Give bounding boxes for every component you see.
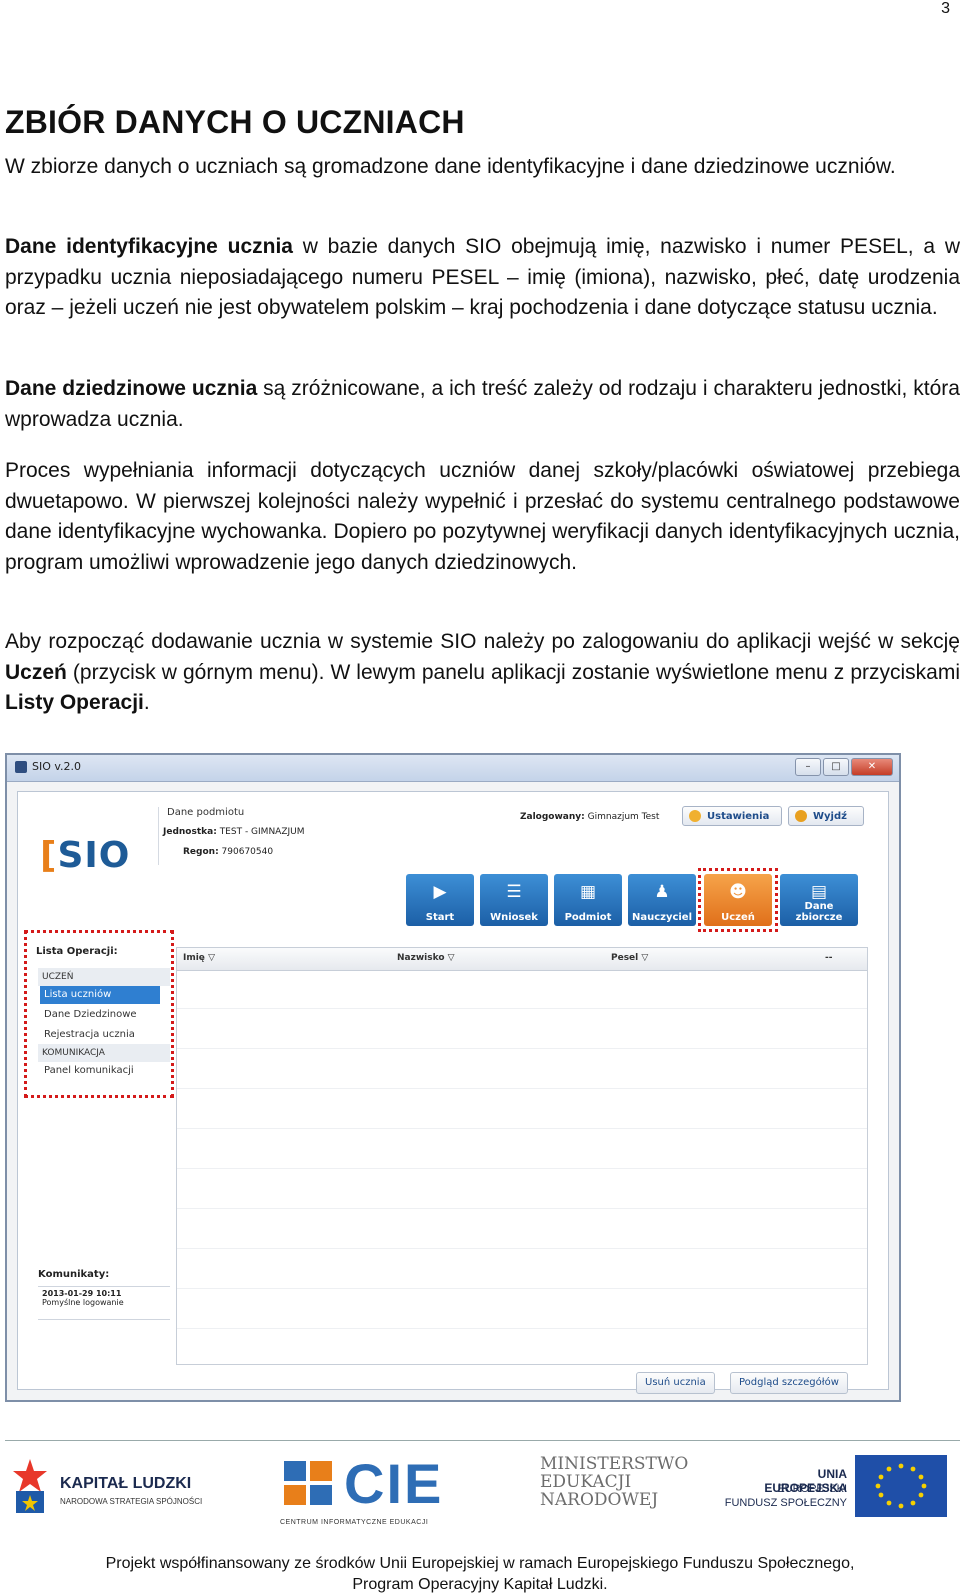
filter-icon: ▽ [641,953,649,963]
filter-icon: ▽ [208,953,215,963]
cie-subtitle: CENTRUM INFORMATYCZNE EDUKACJI [280,1519,429,1526]
unit-row: Jednostka: TEST - GIMNAZJUM [163,827,305,837]
message-date: 2013-01-29 10:11 [42,1289,122,1298]
building-icon: ▦ [579,882,597,902]
page-number: 3 [941,0,950,17]
stack-icon: ▤ [810,882,828,902]
logo-text: SIO [57,835,131,876]
logged-value: Gimnazjum Test [587,812,660,822]
nav-wniosek-button[interactable]: ☰ Wniosek [480,874,548,926]
paragraph-text: (przycisk w górnym menu). W lewym panelu… [66,660,960,684]
delete-student-button[interactable]: Usuń ucznia [636,1372,715,1394]
settings-icon [689,810,701,822]
logout-label: Wyjdź [813,811,847,822]
filter-icon: ▽ [447,953,455,963]
regon-row: Regon: 790670540 [183,847,273,857]
table-header: Imię ▽ Nazwisko ▽ Pesel ▽ -- [177,948,867,971]
window-titlebar: SIO v.2.0 – □ ✕ [7,755,899,782]
eu-line-3: FUNDUSZ SPOŁECZNY [724,1497,847,1509]
kl-title: KAPITAŁ LUDZKI [60,1475,192,1492]
footer-divider [5,1440,960,1441]
nav-label: Start [425,912,455,923]
col-imie[interactable]: Imię ▽ [183,953,215,963]
entity-panel: Dane podmiotu Jednostka: TEST - GIMNAZJU… [158,807,429,865]
maximize-icon[interactable]: □ [823,758,849,776]
regon-value: 790670540 [221,847,274,857]
footer-line-1: Projekt współfinansowany ze środków Unii… [105,1555,855,1572]
cie-mark-icon [284,1461,332,1505]
col-more[interactable]: -- [825,953,832,963]
bold-term: Listy Operacji [5,691,144,714]
app-screenshot: SIO v.2.0 – □ ✕ [SIO Dane podmiotu Jedno… [5,753,901,1402]
nav-label: Wniosek [490,912,538,923]
close-icon[interactable]: ✕ [851,758,893,776]
eu-flag-icon [855,1455,947,1517]
kl-star-icon [13,1459,47,1513]
message-text: Pomyślne logowanie [42,1298,124,1307]
unit-value: TEST - GIMNAZJUM [219,827,305,837]
nav-podmiot-button[interactable]: ▦ Podmiot [554,874,622,926]
highlight-operations [24,930,174,1098]
logged-label: Zalogowany: [520,812,585,822]
paragraph-domain: Dane dziedzinowe ucznia są zróżnicowane,… [5,374,960,435]
bold-term: Dane identyfikacyjne ucznia [5,235,293,258]
paragraph-text: . [143,691,150,714]
paragraph-intro: W zbiorze danych o uczniach są gromadzon… [5,155,896,178]
settings-button[interactable]: Ustawienia [682,806,782,826]
col-label: Imię [183,953,205,963]
eu-line-2: EUROPEJSKI [777,1483,847,1495]
preview-details-button[interactable]: Podgląd szczegółów [730,1372,848,1394]
col-pesel[interactable]: Pesel ▽ [611,953,648,963]
page-title: ZBIÓR DANYCH O UCZNIACH [5,104,465,140]
unit-label: Jednostka: [163,827,217,837]
teacher-icon: ♟ [654,882,670,902]
men-line-2: EDUKACJI [540,1472,632,1492]
highlight-uczen [698,868,778,932]
students-table: Imię ▽ Nazwisko ▽ Pesel ▽ -- [176,947,868,1365]
play-icon: ▶ [433,882,447,902]
paragraph-text: Aby rozpocząć dodawanie ucznia w systemi… [5,630,960,653]
app-body: [SIO Dane podmiotu Jednostka: TEST - GIM… [17,791,889,1394]
cie-title: CIE [344,1452,444,1515]
cie-logo: CIE CENTRUM INFORMATYCZNE EDUKACJI [280,1452,441,1526]
logout-button[interactable]: Wyjdź [788,806,864,826]
sio-logo: [SIO [40,835,131,876]
paragraph-instructions: Aby rozpocząć dodawanie ucznia w systemi… [5,627,960,719]
logout-icon [795,810,807,822]
nav-dane-zbiorcze-button[interactable]: ▤ Dane zbiorcze [780,874,858,926]
nav-label: Nauczyciel [631,912,693,923]
footer-line-2: Program Operacyjny Kapitał Ludzki. [352,1576,608,1593]
kl-subtitle: NARODOWA STRATEGIA SPÓJNOŚCI [60,1497,203,1506]
men-logo: MINISTERSTWO EDUKACJI NARODOWEJ [540,1455,688,1509]
window-title: SIO v.2.0 [32,760,82,773]
minimize-icon[interactable]: – [795,758,821,776]
nav-label: Podmiot [564,912,612,923]
footer-logos: KAPITAŁ LUDZKI NARODOWA STRATEGIA SPÓJNO… [5,1452,960,1535]
logged-user: Zalogowany: Gimnazjum Test [520,812,659,822]
app-icon [15,761,27,773]
bold-term: Dane dziedzinowe ucznia [5,377,258,400]
settings-label: Ustawienia [707,811,770,822]
kapital-ludzki-logo: KAPITAŁ LUDZKI NARODOWA STRATEGIA SPÓJNO… [10,1455,202,1520]
col-label: Pesel [611,953,639,963]
men-line-1: MINISTERSTWO [540,1454,689,1474]
col-label: Nazwisko [397,953,445,963]
message-entry[interactable]: 2013-01-29 10:11 Pomyślne logowanie [38,1286,170,1320]
entity-title: Dane podmiotu [167,807,245,818]
regon-label: Regon: [183,847,219,857]
nav-start-button[interactable]: ▶ Start [406,874,474,926]
men-line-3: NARODOWEJ [540,1490,659,1510]
nav-nauczyciel-button[interactable]: ♟ Nauczyciel [628,874,696,926]
paragraph-identification: Dane identyfikacyjne ucznia w bazie dany… [5,232,960,324]
col-nazwisko[interactable]: Nazwisko ▽ [397,953,455,963]
bold-term: Uczeń [5,660,67,684]
database-icon: ☰ [506,882,522,902]
paragraph-process: Proces wypełniania informacji dotyczącyc… [5,459,960,574]
messages-title: Komunikaty: [38,1269,110,1280]
nav-label: Dane zbiorcze [795,901,843,923]
